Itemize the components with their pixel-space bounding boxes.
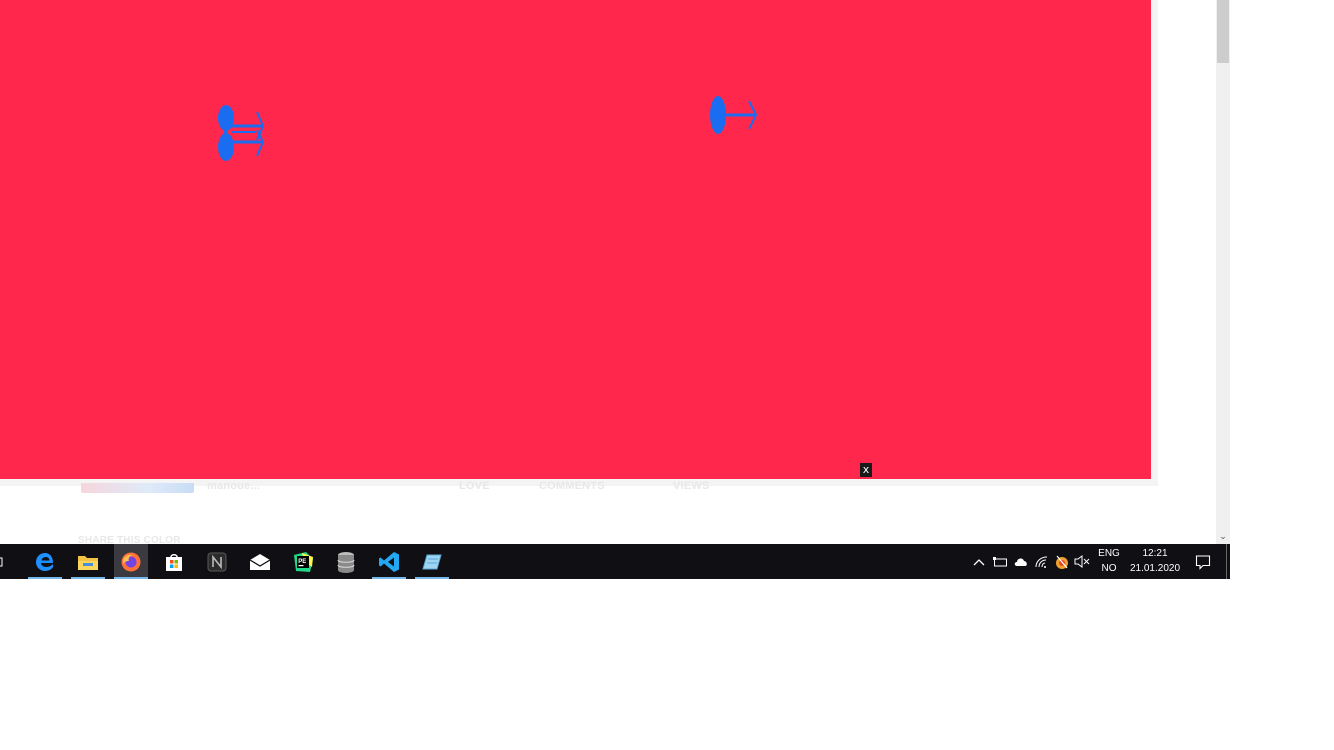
tray-device-button[interactable] <box>991 544 1009 579</box>
input-language-indicator[interactable]: ENG NO <box>1094 546 1124 576</box>
app-icon <box>422 554 442 569</box>
browser-viewport: manoue... LOVE COMMENTS VIEWS SHARE THIS… <box>0 0 1230 544</box>
taskbar-notion[interactable] <box>200 544 234 579</box>
taskbar-pycharm[interactable]: PE <box>286 544 320 579</box>
cloud-icon <box>1014 558 1027 566</box>
color-thumbnail[interactable] <box>81 483 194 493</box>
taskbar-vscode[interactable] <box>372 544 406 579</box>
tray-app-icon <box>1056 555 1068 569</box>
tray-wifi-button[interactable] <box>1033 544 1051 579</box>
taskbar-edge[interactable] <box>28 544 62 579</box>
notification-icon <box>1195 554 1211 570</box>
volume-muted-icon <box>1074 555 1090 568</box>
red-overlay[interactable]: x <box>0 0 1151 479</box>
vscode-icon <box>379 551 399 572</box>
share-heading: SHARE THIS COLOR <box>78 535 181 544</box>
clock[interactable]: 12:21 21.01.2020 <box>1126 546 1184 576</box>
chevron-up-icon <box>973 558 985 565</box>
vertical-scrollbar[interactable]: ⌄ <box>1216 0 1230 544</box>
folder-icon <box>78 555 98 570</box>
taskbar-microsoft-store[interactable] <box>157 544 191 579</box>
close-overlay-button[interactable]: x <box>860 463 872 477</box>
pycharm-icon: PE <box>294 551 313 572</box>
edge-icon <box>36 552 53 571</box>
task-view-button[interactable] <box>0 544 6 579</box>
stat-label-comments: COMMENTS <box>539 480 605 492</box>
pin-arrow-icon <box>218 105 265 161</box>
scroll-thumb[interactable] <box>1217 0 1229 63</box>
stat-label-love: LOVE <box>459 480 490 492</box>
svg-text:PE: PE <box>298 559 306 565</box>
taskbar-firefox[interactable] <box>114 544 148 579</box>
keyboard-layout: NO <box>1101 563 1117 574</box>
battery-device-icon <box>992 556 1007 566</box>
store-icon <box>166 553 182 571</box>
database-icon <box>337 551 355 573</box>
taskbar-database[interactable] <box>329 544 363 579</box>
tray-app-button[interactable] <box>1053 544 1071 579</box>
stat-label-views: VIEWS <box>673 480 710 492</box>
action-center-button[interactable] <box>1193 544 1213 579</box>
language-code: ENG <box>1098 548 1120 559</box>
tray-onedrive-button[interactable] <box>1012 544 1030 579</box>
mail-icon <box>249 553 271 570</box>
wifi-icon <box>1035 556 1048 568</box>
tray-volume-button[interactable] <box>1073 544 1091 579</box>
show-desktop-button[interactable] <box>1226 544 1227 579</box>
author-snippet[interactable]: manoue... <box>207 480 260 492</box>
task-view-icon <box>0 557 3 566</box>
firefox-icon <box>121 552 141 571</box>
clock-date: 21.01.2020 <box>1129 563 1181 574</box>
taskbar-file-explorer[interactable] <box>71 544 105 579</box>
scroll-down-icon[interactable]: ⌄ <box>1216 530 1230 542</box>
notion-icon <box>207 552 227 571</box>
taskbar: PE ENG NO 12:21 21.01.2020 <box>0 544 1230 579</box>
pin-arrow-icon <box>710 96 758 134</box>
taskbar-app[interactable] <box>415 544 449 579</box>
desktop-screen: manoue... LOVE COMMENTS VIEWS SHARE THIS… <box>0 0 1334 750</box>
show-hidden-icons-button[interactable] <box>971 544 987 579</box>
clock-time: 12:21 <box>1142 548 1168 559</box>
taskbar-mail[interactable] <box>243 544 277 579</box>
